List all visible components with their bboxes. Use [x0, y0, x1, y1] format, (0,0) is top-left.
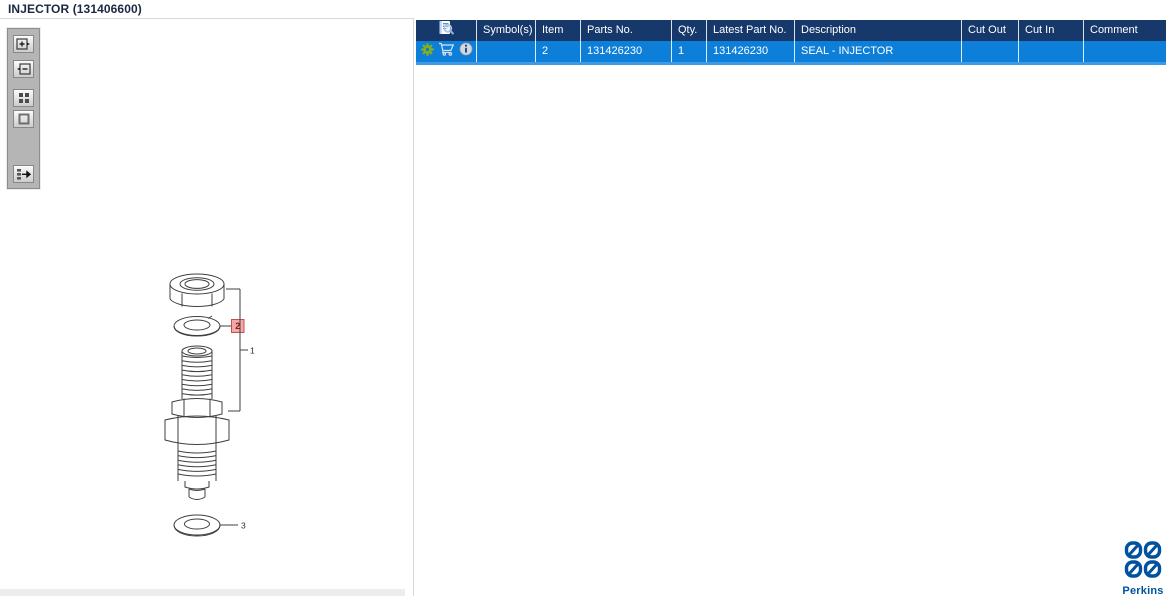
col-cut-out[interactable]: Cut Out [962, 20, 1019, 41]
cell-symbols[interactable] [477, 41, 536, 62]
cell-cut-out[interactable] [962, 41, 1019, 62]
tile-view-icon [18, 92, 30, 104]
cell-cut-in[interactable] [1019, 41, 1084, 62]
row-action-icons [416, 41, 477, 62]
diagram-toolbar [6, 27, 41, 190]
single-view-button[interactable] [13, 110, 34, 128]
zoom-in-button[interactable] [13, 35, 34, 53]
diagram-pane: 2 1 3 [0, 18, 414, 596]
document-search-icon [438, 20, 454, 41]
col-parts-no[interactable]: Parts No. [581, 20, 672, 41]
page-title: INJECTOR (131406600) [8, 2, 142, 16]
cell-qty[interactable]: 1 [672, 41, 707, 62]
gear-icon[interactable] [421, 42, 434, 61]
col-symbols[interactable]: Symbol(s) [477, 20, 536, 41]
selection-strip [416, 62, 1166, 65]
col-cut-in[interactable]: Cut In [1019, 20, 1084, 41]
toggle-list-panel-icon [16, 168, 31, 181]
cell-parts-no[interactable]: 131426230 [581, 41, 672, 62]
tile-view-button[interactable] [13, 89, 34, 107]
zoom-in-icon [16, 38, 31, 50]
diagram-horizontal-scrollbar[interactable] [0, 589, 405, 596]
parts-table: Symbol(s) Item Parts No. Qty. Latest Par… [416, 20, 1166, 65]
zoom-out-button[interactable] [13, 60, 34, 78]
cell-latest-part-no[interactable]: 131426230 [707, 41, 795, 62]
table-row[interactable]: 2 131426230 1 131426230 SEAL - INJECTOR [416, 41, 1166, 62]
col-qty[interactable]: Qty. [672, 20, 707, 41]
single-view-icon [18, 113, 30, 125]
cart-icon[interactable] [438, 42, 455, 61]
info-icon[interactable] [459, 42, 473, 61]
perkins-logo-icon [1122, 541, 1164, 584]
cell-description[interactable]: SEAL - INJECTOR [795, 41, 962, 62]
injector-exploded-diagram[interactable]: 2 1 3 [150, 263, 280, 553]
col-item[interactable]: Item [536, 20, 581, 41]
brand-logo: Perkins [1120, 540, 1166, 597]
col-description[interactable]: Description [795, 20, 962, 41]
cell-comment[interactable] [1084, 41, 1166, 62]
col-latest-part-no[interactable]: Latest Part No. [707, 20, 795, 41]
header-document-search[interactable] [416, 20, 477, 41]
cell-item[interactable]: 2 [536, 41, 581, 62]
zoom-out-icon [16, 63, 31, 75]
callout-3-label[interactable]: 3 [241, 521, 246, 531]
callout-1-label[interactable]: 1 [250, 346, 255, 356]
toggle-list-panel-button[interactable] [13, 165, 34, 183]
col-comment[interactable]: Comment [1084, 20, 1166, 41]
callout-2-label[interactable]: 2 [235, 321, 240, 331]
parts-table-header: Symbol(s) Item Parts No. Qty. Latest Par… [416, 20, 1166, 41]
brand-name: Perkins [1122, 585, 1164, 597]
